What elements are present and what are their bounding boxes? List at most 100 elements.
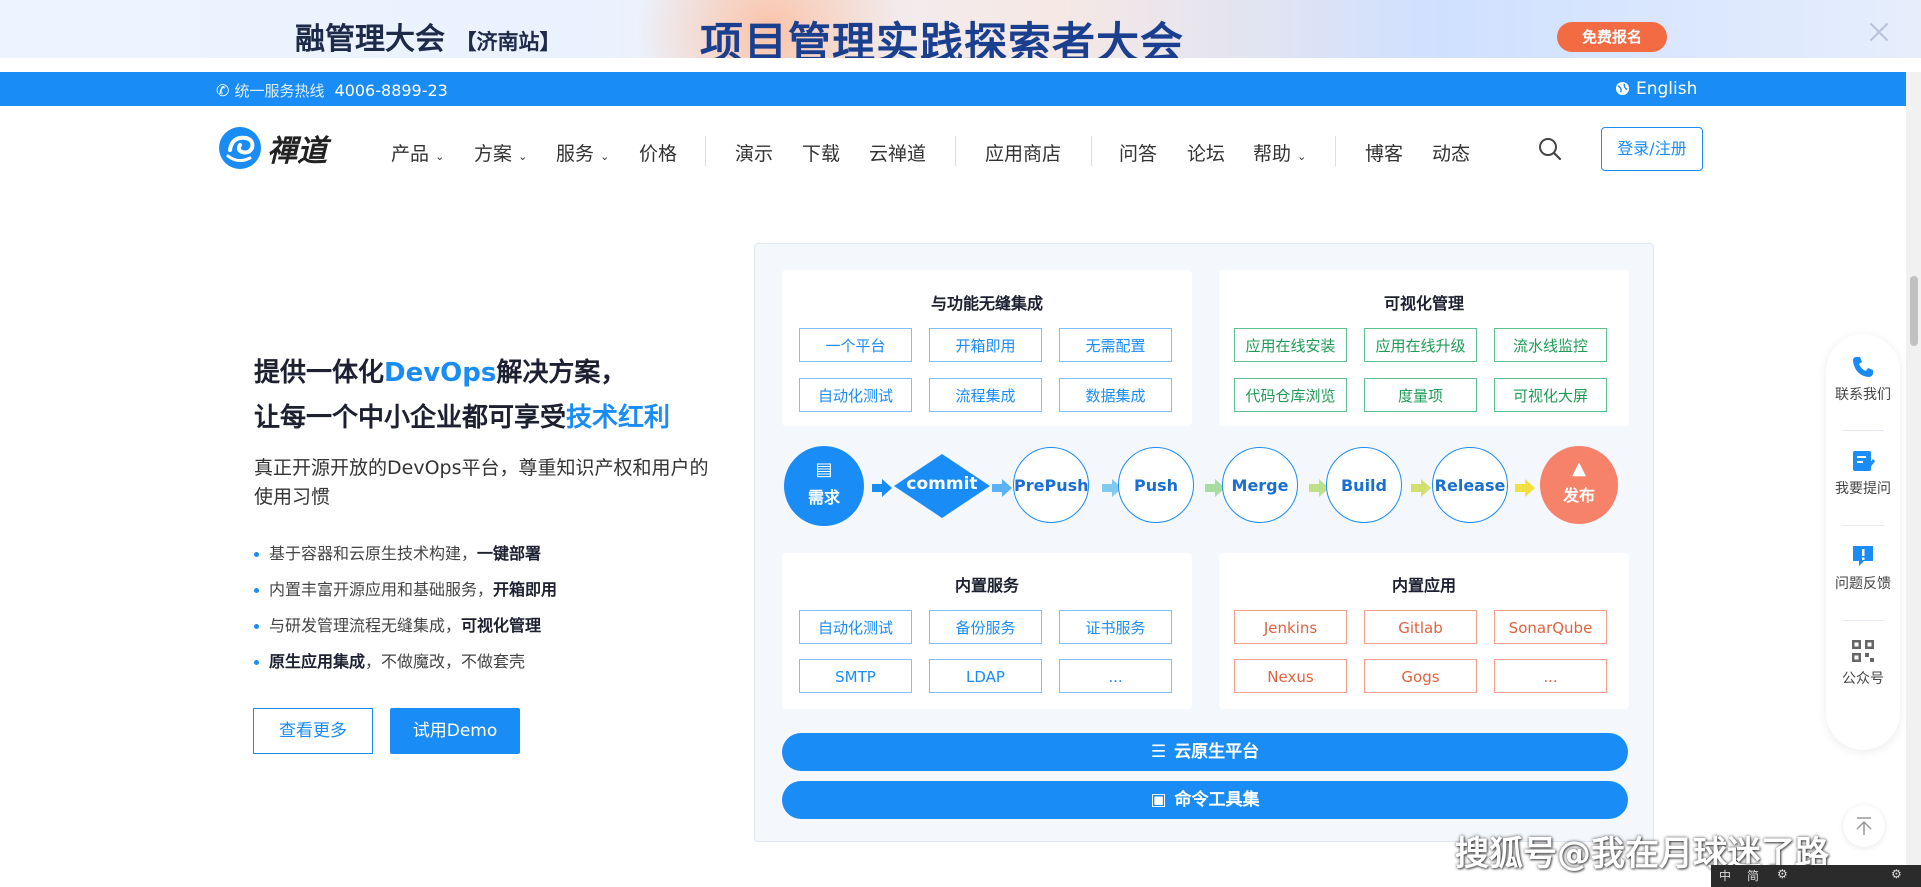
register-button[interactable]: 免费报名 bbox=[1557, 22, 1667, 52]
tag: 流水线监控 bbox=[1494, 328, 1607, 362]
tag: 开箱即用 bbox=[929, 328, 1042, 362]
scrollbar-thumb[interactable] bbox=[1910, 276, 1918, 346]
nav-item-blog[interactable]: 博客 bbox=[1365, 139, 1403, 166]
clipboard-icon: ▤ bbox=[815, 459, 833, 480]
top-info-bar: ✆ 统一服务热线 4006-8899-23 English bbox=[0, 72, 1906, 106]
bullet-icon bbox=[254, 624, 259, 629]
cli-toolset-bar: ▣ 命令工具集 bbox=[782, 781, 1628, 819]
ime-settings-icon[interactable]: ⚙ bbox=[1777, 867, 1788, 881]
tag: 自动化测试 bbox=[799, 610, 912, 644]
chevron-down-icon: ⌄ bbox=[600, 150, 610, 163]
tag: 数据集成 bbox=[1059, 378, 1172, 412]
sidebar-divider bbox=[1842, 525, 1884, 526]
server-icon: ☰ bbox=[1150, 742, 1167, 762]
tag: SonarQube bbox=[1494, 610, 1607, 644]
nav-item-services[interactable]: 服务 ⌄ bbox=[556, 139, 609, 166]
banner-left-title: 融管理大会 【济南站】 bbox=[295, 22, 561, 57]
nav-divider bbox=[1335, 136, 1336, 166]
hotline-number: 4006-8899-23 bbox=[334, 81, 448, 100]
search-icon[interactable] bbox=[1537, 136, 1563, 162]
sidebar-divider bbox=[1842, 620, 1884, 621]
hero-description: 真正开源开放的DevOps平台，尊重知识产权和用户的使用习惯 bbox=[254, 457, 709, 508]
login-register-button[interactable]: 登录/注册 bbox=[1601, 127, 1703, 171]
nav-item-forum[interactable]: 论坛 bbox=[1187, 139, 1225, 166]
banner-center-title: 项目管理实践探索者大会 bbox=[700, 19, 1184, 58]
promo-banner[interactable]: 融管理大会 【济南站】 项目管理实践探索者大会 免费报名 bbox=[0, 0, 1921, 58]
tag: 无需配置 bbox=[1059, 328, 1172, 362]
learn-more-button[interactable]: 查看更多 bbox=[253, 708, 373, 754]
rocket-icon: ▲ bbox=[1572, 458, 1586, 479]
nav-item-solutions[interactable]: 方案 ⌄ bbox=[474, 139, 527, 166]
hero-headline-line1: 提供一体化DevOps解决方案， bbox=[254, 358, 627, 388]
edit-icon bbox=[1853, 451, 1876, 471]
chevron-down-icon: ⌄ bbox=[435, 150, 445, 163]
phone-icon: ✆ bbox=[216, 81, 230, 100]
feature-item: 原生应用集成，不做魔改，不做套壳 bbox=[254, 648, 525, 672]
pipeline-step-release: Release bbox=[1432, 447, 1508, 523]
close-icon[interactable] bbox=[1868, 20, 1890, 42]
tag: Gogs bbox=[1364, 659, 1477, 693]
ime-mode-chinese[interactable]: 中 bbox=[1719, 867, 1731, 884]
tag: Nexus bbox=[1234, 659, 1347, 693]
hotline: ✆ 统一服务热线 4006-8899-23 bbox=[216, 80, 448, 101]
globe-icon bbox=[1615, 81, 1630, 96]
hotline-label: 统一服务热线 bbox=[234, 82, 325, 100]
card-title: 内置服务 bbox=[954, 576, 1019, 595]
language-label: English bbox=[1636, 79, 1698, 99]
chevron-down-icon: ⌄ bbox=[518, 150, 528, 163]
pipeline-end-publish: ▲ 发布 bbox=[1540, 446, 1618, 524]
back-to-top-button[interactable] bbox=[1843, 805, 1885, 847]
language-switch[interactable]: English bbox=[1615, 79, 1697, 99]
nav-item-help[interactable]: 帮助 ⌄ bbox=[1253, 139, 1306, 166]
nav-item-qa[interactable]: 问答 bbox=[1119, 139, 1157, 166]
tag: 代码仓库浏览 bbox=[1234, 378, 1347, 412]
alert-message-icon bbox=[1853, 546, 1873, 566]
qr-code-icon bbox=[1852, 640, 1874, 662]
zentao-logo[interactable]: 禪道 bbox=[218, 126, 327, 170]
nav-divider bbox=[705, 136, 706, 166]
pipeline-step-prepush: PrePush bbox=[1013, 447, 1089, 523]
pipeline-step-build: Build bbox=[1326, 447, 1402, 523]
wechat-official-account-button[interactable]: 公众号 bbox=[1826, 638, 1900, 688]
tag: SMTP bbox=[799, 659, 912, 693]
nav-item-news[interactable]: 动态 bbox=[1432, 139, 1470, 166]
nav-item-app-store[interactable]: 应用商店 bbox=[985, 139, 1061, 166]
feature-item: 内置丰富开源应用和基础服务，开箱即用 bbox=[254, 576, 557, 600]
tag: 应用在线安装 bbox=[1234, 328, 1347, 362]
tag: 应用在线升级 bbox=[1364, 328, 1477, 362]
cloud-native-platform-bar: ☰ 云原生平台 bbox=[782, 733, 1628, 771]
pipeline-commit: commit bbox=[894, 454, 990, 518]
contact-us-button[interactable]: 联系我们 bbox=[1826, 354, 1900, 404]
ime-toolbar[interactable]: 中 简 ⚙ ⚙ bbox=[1711, 865, 1921, 887]
nav-item-products[interactable]: 产品 ⌄ bbox=[391, 139, 444, 166]
gear-icon[interactable]: ⚙ bbox=[1891, 867, 1902, 881]
hero-headline-line2: 让每一个中小企业都可享受技术红利 bbox=[254, 403, 671, 433]
ask-question-button[interactable]: 我要提问 bbox=[1826, 448, 1900, 498]
terminal-icon: ▣ bbox=[1150, 790, 1167, 810]
nav-item-demo[interactable]: 演示 bbox=[735, 139, 773, 166]
tag: ... bbox=[1494, 659, 1607, 693]
ime-mode-simplified[interactable]: 简 bbox=[1747, 867, 1759, 884]
tag: 备份服务 bbox=[929, 610, 1042, 644]
tag: 度量项 bbox=[1364, 378, 1477, 412]
nav-item-download[interactable]: 下载 bbox=[802, 139, 840, 166]
tag: 一个平台 bbox=[799, 328, 912, 362]
feedback-button[interactable]: 问题反馈 bbox=[1826, 543, 1900, 593]
chevron-down-icon: ⌄ bbox=[1297, 150, 1307, 163]
feature-item: 与研发管理流程无缝集成，可视化管理 bbox=[254, 612, 541, 636]
card-title: 可视化管理 bbox=[1383, 294, 1464, 313]
tag: Gitlab bbox=[1364, 610, 1477, 644]
tag: 流程集成 bbox=[929, 378, 1042, 412]
card-title: 与功能无缝集成 bbox=[930, 294, 1043, 313]
pipeline-step-merge: Merge bbox=[1222, 447, 1298, 523]
bullet-icon bbox=[254, 552, 259, 557]
logo-text: 禪道 bbox=[267, 134, 328, 169]
bullet-icon bbox=[254, 660, 259, 665]
page-scrollbar[interactable] bbox=[1906, 72, 1921, 887]
nav-item-pricing[interactable]: 价格 bbox=[639, 139, 677, 166]
nav-item-cloud[interactable]: 云禅道 bbox=[869, 139, 926, 166]
try-demo-button[interactable]: 试用Demo bbox=[390, 708, 520, 754]
nav-divider bbox=[1091, 136, 1092, 166]
bullet-icon bbox=[254, 588, 259, 593]
pipeline-start-requirement: ▤ 需求 bbox=[784, 446, 864, 526]
